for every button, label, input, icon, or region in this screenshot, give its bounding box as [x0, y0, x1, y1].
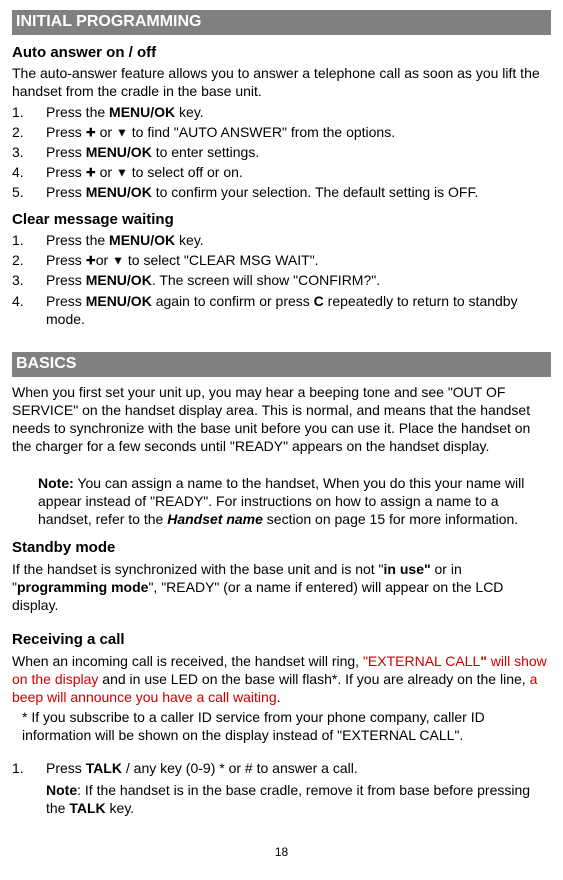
list-item: 3. Press MENU/OK. The screen will show "…	[12, 271, 551, 289]
list-item: 1. Press the MENU/OK key.	[12, 231, 551, 249]
heading-receiving-call: Receiving a call	[12, 630, 551, 650]
list-number: 1.	[12, 759, 46, 818]
list-item: 1. Press TALK / any key (0-9) * or # to …	[12, 759, 551, 818]
list-item: 4. Press ✚ or ▼ to select off or on.	[12, 163, 551, 181]
list-item: 3. Press MENU/OK to enter settings.	[12, 143, 551, 161]
list-clear-message: 1. Press the MENU/OK key. 2. Press ✚or ▼…	[12, 231, 551, 328]
list-number: 3.	[12, 271, 46, 289]
note-block: Note: You can assign a name to the hands…	[38, 474, 551, 529]
list-text: Press the MENU/OK key.	[46, 231, 551, 249]
list-number: 1.	[12, 231, 46, 249]
heading-auto-answer: Auto answer on / off	[12, 43, 551, 63]
heading-clear-message: Clear message waiting	[12, 210, 551, 230]
list-receiving: 1. Press TALK / any key (0-9) * or # to …	[12, 759, 551, 818]
section-bar-initial-programming: INITIAL PROGRAMMING	[12, 10, 551, 35]
list-item: 5. Press MENU/OK to confirm your selecti…	[12, 183, 551, 201]
para-basics-intro: When you first set your unit up, you may…	[12, 383, 551, 456]
list-number: 4.	[12, 292, 46, 328]
para-auto-answer-intro: The auto-answer feature allows you to an…	[12, 64, 551, 100]
list-item: 2. Press ✚ or ▼ to find "AUTO ANSWER" fr…	[12, 123, 551, 141]
list-text: Press the MENU/OK key.	[46, 103, 551, 121]
para-receiving: When an incoming call is received, the h…	[12, 652, 551, 707]
list-text: Press ✚ or ▼ to find "AUTO ANSWER" from …	[46, 123, 551, 141]
list-item: 1. Press the MENU/OK key.	[12, 103, 551, 121]
down-arrow-icon: ▼	[112, 254, 124, 268]
section-bar-basics: BASICS	[12, 352, 551, 377]
list-auto-answer: 1. Press the MENU/OK key. 2. Press ✚ or …	[12, 103, 551, 202]
para-caller-id-note: * If you subscribe to a caller ID servic…	[22, 708, 551, 744]
down-arrow-icon: ▼	[116, 125, 128, 139]
list-number: 5.	[12, 183, 46, 201]
list-text: Press ✚ or ▼ to select off or on.	[46, 163, 551, 181]
list-number: 2.	[12, 251, 46, 269]
list-text: Press ✚or ▼ to select "CLEAR MSG WAIT".	[46, 251, 551, 269]
plus-icon: ✚	[86, 125, 96, 139]
page-number: 18	[12, 845, 551, 861]
heading-standby-mode: Standby mode	[12, 538, 551, 558]
down-arrow-icon: ▼	[116, 166, 128, 180]
list-number: 1.	[12, 103, 46, 121]
list-number: 2.	[12, 123, 46, 141]
list-text: Press MENU/OK again to confirm or press …	[46, 292, 551, 328]
list-item: 4. Press MENU/OK again to confirm or pre…	[12, 292, 551, 328]
list-item: 2. Press ✚or ▼ to select "CLEAR MSG WAIT…	[12, 251, 551, 269]
para-standby: If the handset is synchronized with the …	[12, 560, 551, 615]
list-number: 4.	[12, 163, 46, 181]
list-text: Press MENU/OK to confirm your selection.…	[46, 183, 551, 201]
note-label: Note:	[38, 475, 74, 491]
list-text: Press TALK / any key (0-9) * or # to ans…	[46, 759, 551, 818]
plus-icon: ✚	[86, 166, 96, 180]
list-text: Press MENU/OK to enter settings.	[46, 143, 551, 161]
plus-icon: ✚	[86, 254, 96, 268]
list-text: Press MENU/OK. The screen will show "CON…	[46, 271, 551, 289]
list-number: 3.	[12, 143, 46, 161]
